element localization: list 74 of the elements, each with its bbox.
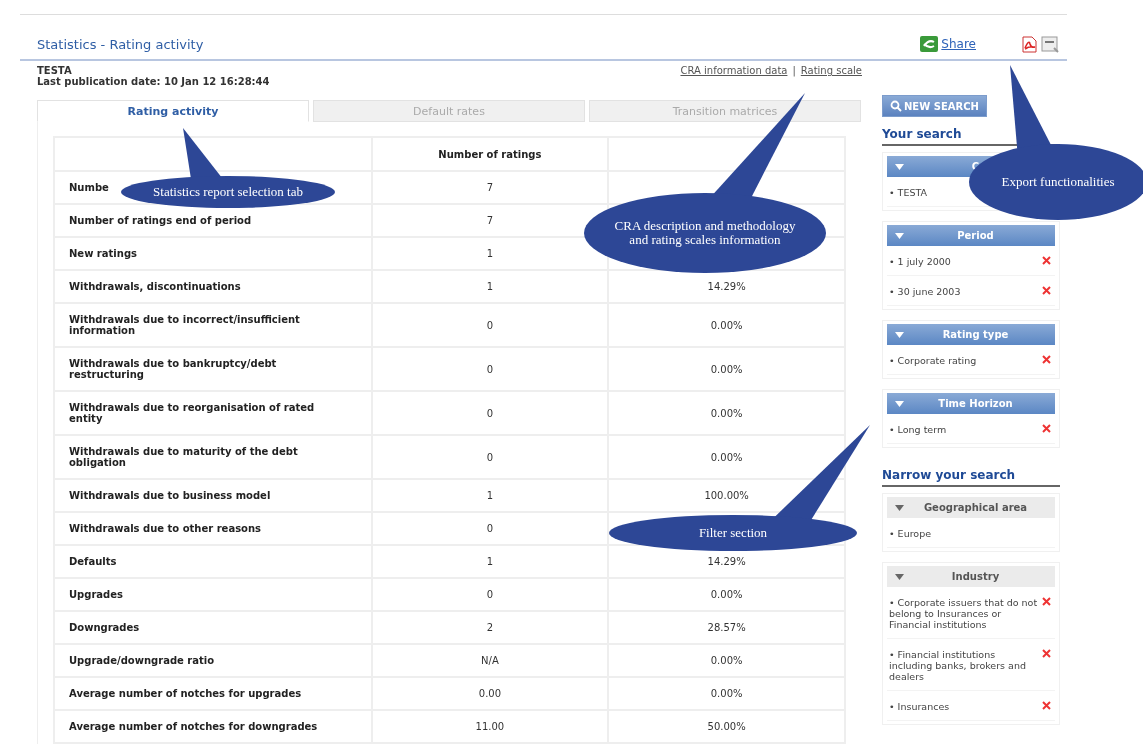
table-cell: Withdrawals due to reorganisation of rated entity	[54, 391, 372, 435]
table-cell: 0	[371, 303, 609, 347]
caret-icon	[895, 573, 904, 580]
search-icon	[890, 100, 902, 112]
table-cell: Withdrawals due to other reasons	[54, 512, 372, 545]
filter-item[interactable]: • Insurances	[889, 701, 950, 712]
table-cell: 0.00%	[608, 677, 845, 710]
table-cell: Withdrawals due to business model	[54, 479, 372, 512]
table-cell: 2	[371, 611, 609, 644]
entity-name: TESTA	[37, 65, 73, 76]
table-cell: 0.00%	[608, 303, 845, 347]
filter-item[interactable]: • Corporate issuers that do not belong to Insurances or Financial institutions	[889, 597, 1039, 630]
remove-icon[interactable]	[1042, 256, 1051, 265]
table-cell: 28.57%	[608, 611, 845, 644]
caret-icon	[895, 504, 904, 511]
info-link[interactable]: CRA information data	[680, 65, 788, 76]
table-cell: Defaults	[54, 545, 372, 578]
table-cell: Upgrades	[54, 578, 372, 611]
table-cell: 0.00%	[608, 644, 845, 677]
filter-item[interactable]: • Europe	[889, 528, 932, 539]
filter-header[interactable]: Geographical area	[887, 497, 1055, 518]
remove-icon[interactable]	[1042, 701, 1051, 710]
table-cell: 0	[371, 578, 609, 611]
page-title: Statistics - Rating activity	[37, 36, 204, 52]
filter-item[interactable]: • 1 july 2000	[889, 256, 951, 267]
table-cell: Withdrawals, discontinuations	[54, 270, 372, 303]
pdf-icon[interactable]	[1020, 35, 1038, 53]
table-cell: 0	[371, 512, 609, 545]
table-cell: Withdrawals due to maturity of the debt obligation	[54, 435, 372, 479]
table-cell: 0.00%	[608, 391, 845, 435]
table-cell: 1	[371, 270, 609, 303]
spreadsheet-icon[interactable]	[1041, 35, 1059, 53]
filter-item[interactable]: • 30 june 2003	[889, 286, 961, 297]
share-link[interactable]: Share	[941, 37, 976, 51]
remove-icon[interactable]	[1042, 355, 1051, 364]
table-cell: 1	[371, 479, 609, 512]
table-cell: Withdrawals due to incorrect/insufficient information	[54, 303, 372, 347]
table-cell: Withdrawals due to bankruptcy/debt restructuring	[54, 347, 372, 391]
publication-date: Last publication date: 10 Jan 12 16:28:44	[37, 76, 270, 87]
table-cell: Upgrade/downgrade ratio	[54, 644, 372, 677]
table-cell: N/A	[371, 644, 609, 677]
remove-icon[interactable]	[1042, 649, 1051, 658]
table-cell: 0	[371, 391, 609, 435]
remove-icon[interactable]	[1042, 424, 1051, 433]
table-cell: 0.00	[371, 677, 609, 710]
table-cell: 1	[371, 545, 609, 578]
table-cell: 50.00%	[608, 710, 845, 743]
filter-item[interactable]: • Corporate rating	[889, 355, 977, 366]
table-cell: 0.00%	[608, 578, 845, 611]
caret-icon	[895, 331, 904, 338]
tab[interactable]: Rating activity	[37, 100, 309, 122]
table-cell: 7	[371, 171, 609, 204]
section-heading: Narrow your search	[882, 458, 1060, 487]
caret-icon	[895, 163, 904, 170]
filter-header[interactable]: Industry	[887, 566, 1055, 587]
caret-icon	[895, 232, 904, 239]
table-cell: Downgrades	[54, 611, 372, 644]
link-separator: |	[792, 65, 796, 76]
caret-icon	[895, 400, 904, 407]
info-link[interactable]: Rating scale	[800, 65, 862, 76]
filter-item[interactable]: • Financial institutions including banks, brokers and dealers	[889, 649, 1039, 682]
remove-icon[interactable]	[1042, 597, 1051, 606]
remove-icon[interactable]	[1042, 286, 1051, 295]
table-cell: Average number of notches for upgrades	[54, 677, 372, 710]
table-cell: 0	[371, 347, 609, 391]
table-cell: Average number of notches for downgrades	[54, 710, 372, 743]
filter-item[interactable]: • TESTA	[889, 187, 928, 198]
filter-item[interactable]: • Long term	[889, 424, 947, 435]
share-icon[interactable]	[920, 36, 939, 52]
table-cell: 11.00	[371, 710, 609, 743]
table-cell: 0.00%	[608, 347, 845, 391]
table-cell: 0	[371, 435, 609, 479]
column-header: Number of ratings	[371, 137, 609, 171]
table-cell: New ratings	[54, 237, 372, 270]
